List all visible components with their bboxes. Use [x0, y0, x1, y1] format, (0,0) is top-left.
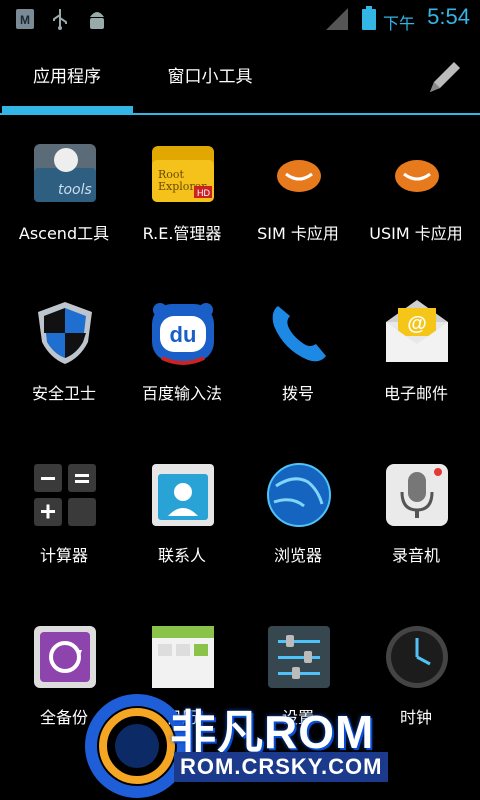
sim-toolkit-icon — [277, 160, 321, 192]
tab-bar: 应用程序 窗口小工具 — [0, 40, 480, 116]
svg-text:M: M — [20, 13, 30, 27]
app-label: 电子邮件 — [383, 384, 448, 403]
app-sim-toolkit[interactable]: SIM 卡应用 — [238, 120, 358, 260]
app-baidu-input[interactable]: du 百度输入法 — [122, 280, 242, 420]
app-dialer[interactable]: 拨号 — [238, 280, 358, 420]
android-debug-icon — [90, 12, 104, 29]
app-ascend-tools[interactable]: tools Ascend工具 — [4, 120, 124, 260]
svg-text:@: @ — [407, 313, 427, 335]
app-label: 安全卫士 — [31, 384, 96, 403]
svg-text:du: du — [170, 322, 197, 347]
clock-icon — [386, 626, 448, 688]
baidu-input-icon: du — [152, 303, 214, 365]
app-label: 拨号 — [281, 384, 314, 403]
sd-card-icon: M — [16, 9, 34, 29]
status-bar: M 下午 5:54 — [0, 0, 480, 38]
app-label: Ascend工具 — [18, 224, 110, 243]
tab-applications[interactable]: 应用程序 — [0, 40, 134, 114]
app-label: R.E.管理器 — [142, 224, 222, 243]
app-label: 百度输入法 — [141, 384, 222, 403]
app-security-guard[interactable]: 安全卫士 — [4, 280, 124, 420]
app-label: 浏览器 — [273, 546, 322, 565]
contacts-icon — [152, 464, 214, 526]
app-contacts[interactable]: 联系人 — [122, 442, 242, 582]
usb-icon — [53, 9, 67, 30]
watermark: 非凡ROM ROM.CRSKY.COM — [0, 688, 480, 800]
backup-icon — [34, 626, 96, 688]
tab-widgets[interactable]: 窗口小工具 — [140, 40, 280, 114]
calculator-icon — [34, 464, 96, 526]
tools-icon: tools — [34, 144, 96, 202]
usim-toolkit-icon — [395, 160, 439, 192]
sound-recorder-icon — [386, 464, 448, 526]
app-label: 录音机 — [391, 546, 440, 565]
signal-strength-icon — [326, 8, 348, 30]
app-calculator[interactable]: 计算器 — [4, 442, 124, 582]
app-label: USIM 卡应用 — [369, 224, 463, 243]
calendar-icon — [152, 626, 214, 688]
security-shield-icon — [38, 302, 92, 364]
email-icon: @ — [386, 300, 448, 362]
root-explorer-icon: Root Explorer HD — [152, 146, 214, 202]
phone-icon — [272, 306, 326, 362]
app-label: 联系人 — [157, 546, 206, 565]
status-ampm: 下午 — [382, 14, 415, 33]
browser-globe-icon — [267, 463, 331, 527]
app-email[interactable]: @ 电子邮件 — [356, 280, 476, 420]
app-label: SIM 卡应用 — [257, 224, 339, 243]
app-label: 计算器 — [39, 546, 88, 565]
svg-text:HD: HD — [197, 188, 210, 198]
status-time: 5:54 — [427, 4, 470, 29]
battery-icon — [362, 6, 376, 30]
settings-icon — [268, 626, 330, 688]
app-root-explorer[interactable]: Root Explorer HD R.E.管理器 — [122, 120, 242, 260]
svg-text:tools: tools — [58, 182, 92, 198]
pencil-icon[interactable] — [422, 56, 466, 100]
app-browser[interactable]: 浏览器 — [238, 442, 358, 582]
app-sound-recorder[interactable]: 录音机 — [356, 442, 476, 582]
tab-underline — [0, 113, 480, 115]
watermark-url: ROM.CRSKY.COM — [174, 752, 389, 782]
app-usim-toolkit[interactable]: USIM 卡应用 — [356, 120, 476, 260]
